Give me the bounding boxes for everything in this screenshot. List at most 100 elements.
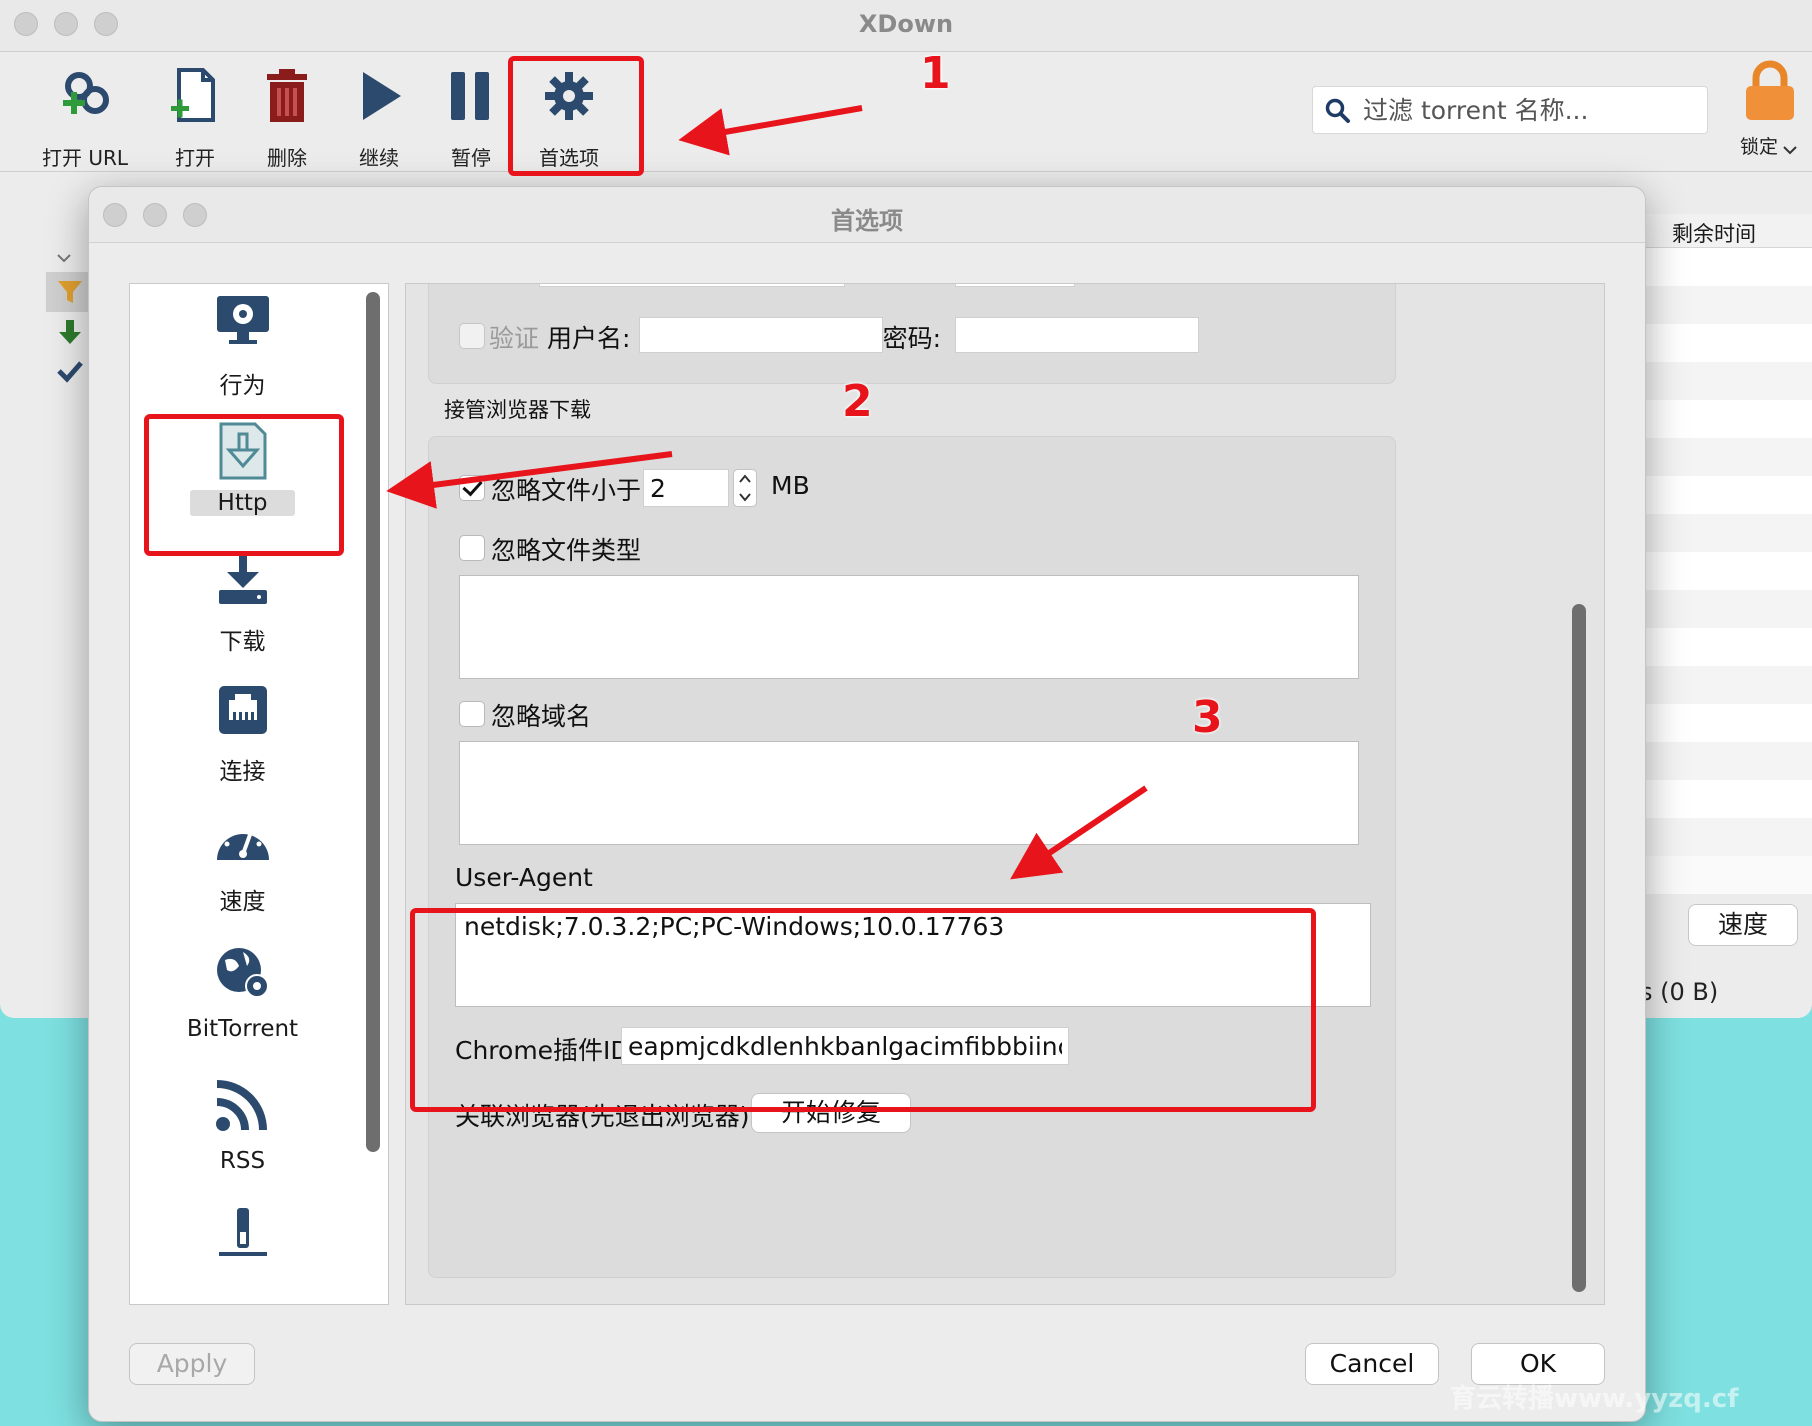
table-row[interactable] bbox=[1640, 476, 1812, 514]
table-row[interactable] bbox=[1640, 780, 1812, 818]
rss-icon bbox=[215, 1080, 267, 1131]
table-row[interactable] bbox=[1640, 438, 1812, 476]
browser-group: 忽略文件小于 MB 忽略文件类型 忽略域名 User-Agent netdisk… bbox=[428, 436, 1396, 1278]
table-row[interactable] bbox=[1640, 552, 1812, 590]
torrent-table: 剩余时间 bbox=[1640, 214, 1812, 894]
search-icon bbox=[1325, 98, 1350, 123]
table-row[interactable] bbox=[1640, 362, 1812, 400]
ignore-small-label: 忽略文件小于 bbox=[491, 476, 642, 505]
sidebar-filters bbox=[0, 172, 90, 962]
speedometer-icon bbox=[216, 829, 269, 860]
category-label: 下载 bbox=[219, 629, 266, 655]
table-row[interactable] bbox=[1640, 248, 1812, 286]
cancel-button[interactable]: Cancel bbox=[1305, 1343, 1439, 1385]
window-title: XDown bbox=[858, 10, 954, 38]
monitor-gear-icon bbox=[216, 296, 269, 344]
lock-button[interactable]: 锁定 bbox=[1730, 60, 1810, 170]
category-label: 行为 bbox=[219, 373, 266, 399]
verify-checkbox[interactable] bbox=[459, 323, 485, 349]
download-tray-icon bbox=[218, 554, 267, 604]
table-row[interactable] bbox=[1640, 666, 1812, 704]
category-plugin[interactable] bbox=[130, 1206, 355, 1304]
ignore-types-textarea[interactable] bbox=[459, 575, 1359, 679]
dialog-title: 首选项 bbox=[831, 207, 903, 235]
download-arrow-icon[interactable] bbox=[56, 318, 84, 348]
preferences-dialog: 首选项 行为 Http 下载 连接 速度 BitTorrent RSS 验证 用… bbox=[88, 186, 1646, 1422]
category-label: RSS bbox=[219, 1148, 266, 1174]
category-speed[interactable]: 速度 bbox=[130, 814, 355, 944]
ignore-types-checkbox[interactable] bbox=[459, 535, 485, 561]
toolbar: 打开 URL 打开 删除 继续 暂停 首选项 过滤 torrent 名称... … bbox=[0, 52, 1812, 172]
category-label: 连接 bbox=[219, 759, 266, 785]
lock-label: 锁定 bbox=[1740, 136, 1779, 158]
annotation-step-number: 2 bbox=[842, 376, 873, 427]
category-behavior[interactable]: 行为 bbox=[130, 292, 355, 422]
trash-icon bbox=[267, 69, 307, 122]
chevron-up-icon bbox=[739, 474, 751, 483]
category-bittorrent[interactable]: BitTorrent bbox=[130, 944, 355, 1074]
checkmark-icon[interactable] bbox=[56, 358, 84, 384]
chevron-down-icon bbox=[57, 254, 71, 263]
status-bar-text: s (0 B) bbox=[1640, 978, 1719, 1006]
table-row[interactable] bbox=[1640, 590, 1812, 628]
settings-pane: 验证 用户名: 密码: 接管浏览器下载 忽略文件小于 MB 忽略文件类型 忽略域… bbox=[405, 283, 1605, 1305]
filter-search-box[interactable] bbox=[1312, 86, 1708, 134]
table-row[interactable] bbox=[1640, 704, 1812, 742]
category-scrollbar[interactable] bbox=[366, 292, 380, 1152]
username-label: 用户名: bbox=[547, 324, 631, 353]
scrolled-field[interactable] bbox=[539, 284, 845, 287]
open-url-label: 打开 URL bbox=[41, 146, 129, 170]
user-agent-label: User-Agent bbox=[455, 863, 593, 892]
annotation-box-user-agent bbox=[410, 908, 1316, 1112]
annotation-box-preferences bbox=[508, 56, 644, 176]
table-row[interactable] bbox=[1640, 628, 1812, 666]
table-row[interactable] bbox=[1640, 514, 1812, 552]
chevron-down-icon bbox=[1783, 146, 1797, 155]
table-row[interactable] bbox=[1640, 818, 1812, 856]
auth-group: 验证 用户名: 密码: bbox=[428, 284, 1396, 384]
category-label: BitTorrent bbox=[186, 1016, 299, 1042]
ignore-domains-textarea[interactable] bbox=[459, 741, 1359, 845]
scrolled-field[interactable] bbox=[955, 284, 1075, 287]
open-url-button[interactable]: 打开 URL bbox=[30, 60, 140, 172]
play-icon bbox=[363, 72, 401, 120]
titlebar: XDown bbox=[0, 0, 1812, 52]
min-size-input[interactable] bbox=[643, 469, 729, 507]
category-rss[interactable]: RSS bbox=[130, 1076, 355, 1206]
pause-icon bbox=[451, 72, 489, 120]
category-label: 速度 bbox=[219, 889, 266, 915]
dialog-titlebar: 首选项 bbox=[89, 187, 1645, 243]
speed-button[interactable]: 速度 bbox=[1688, 904, 1798, 946]
table-row[interactable] bbox=[1640, 324, 1812, 362]
username-input[interactable] bbox=[639, 317, 883, 353]
annotation-step-number: 3 bbox=[1192, 692, 1223, 743]
password-label: 密码: bbox=[882, 324, 941, 353]
table-row[interactable] bbox=[1640, 400, 1812, 438]
size-unit-label: MB bbox=[771, 471, 810, 500]
ethernet-port-icon bbox=[218, 686, 267, 734]
verify-label: 验证 bbox=[489, 324, 540, 353]
ignore-small-checkbox[interactable] bbox=[459, 475, 485, 501]
settings-scrollbar[interactable] bbox=[1572, 604, 1586, 1292]
table-row[interactable] bbox=[1640, 742, 1812, 780]
browser-section-title: 接管浏览器下载 bbox=[444, 398, 591, 422]
category-connection[interactable]: 连接 bbox=[130, 682, 355, 812]
column-header-remaining[interactable]: 剩余时间 bbox=[1640, 214, 1812, 248]
table-row[interactable] bbox=[1640, 286, 1812, 324]
min-size-stepper[interactable] bbox=[733, 469, 757, 507]
plugin-icon bbox=[218, 1208, 267, 1256]
lock-icon bbox=[1746, 60, 1794, 120]
ignore-domains-checkbox[interactable] bbox=[459, 701, 485, 727]
annotation-step-number: 1 bbox=[920, 48, 951, 99]
ignore-types-label: 忽略文件类型 bbox=[491, 536, 642, 565]
filter-icon[interactable] bbox=[56, 278, 84, 306]
chevron-down-icon bbox=[739, 493, 751, 502]
annotation-box-http bbox=[144, 414, 344, 556]
password-input[interactable] bbox=[955, 317, 1199, 353]
ignore-domains-label: 忽略域名 bbox=[491, 702, 592, 731]
filter-input[interactable] bbox=[1363, 87, 1693, 133]
file-add-icon bbox=[171, 68, 215, 122]
category-download[interactable]: 下载 bbox=[130, 552, 355, 682]
apply-button[interactable]: Apply bbox=[129, 1343, 255, 1385]
watermark: 育云转播www.yyzq.cf bbox=[1450, 1384, 1739, 1414]
